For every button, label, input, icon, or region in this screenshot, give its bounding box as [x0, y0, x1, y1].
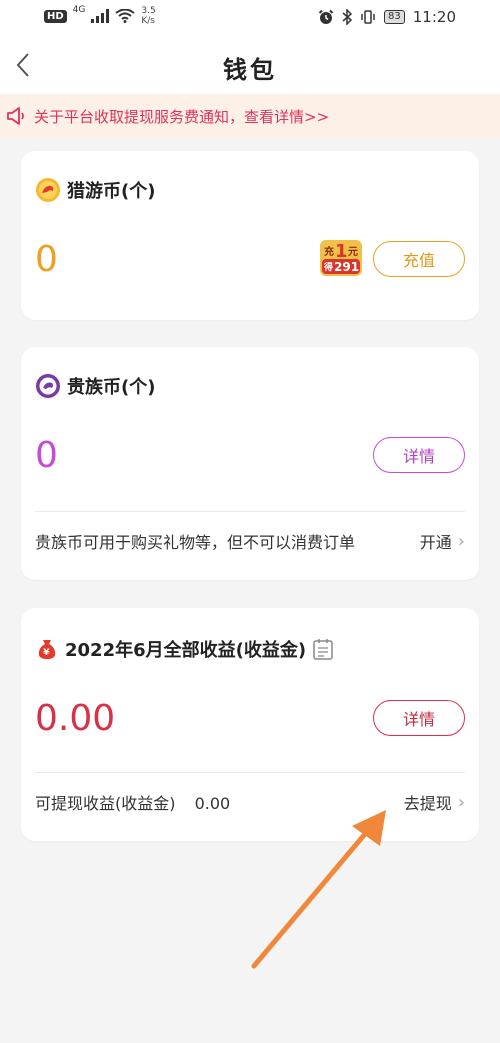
promo-top-right: 元: [348, 246, 358, 258]
noble-details-button[interactable]: 详情: [373, 437, 465, 473]
noble-balance: 0: [35, 435, 58, 476]
annotation-arrow-icon: [251, 810, 386, 969]
status-right: 83 11:20: [318, 8, 456, 26]
withdraw-label[interactable]: 去提现: [404, 790, 452, 814]
recharge-button[interactable]: 充值: [373, 241, 465, 277]
megaphone-icon: [7, 107, 24, 125]
income-total: 0.00: [35, 698, 116, 739]
promo-top-left: 充: [324, 245, 334, 258]
network-speed: 3.5 K/s: [141, 6, 155, 26]
chevron-right-icon: ›: [457, 791, 465, 813]
withdrawable-value: 0.00: [194, 794, 231, 813]
withdrawable-info: 可提现收益(收益金) 0.00: [35, 790, 230, 814]
noble-card-header: 贵族币(个): [35, 373, 155, 399]
network-speed-value: 3.5: [141, 6, 156, 16]
vibrate-icon: [361, 10, 375, 24]
status-time: 11:20: [412, 8, 456, 26]
promo-bottom-left: 得: [323, 261, 333, 273]
coin-balance: 0: [35, 239, 58, 280]
network-speed-unit: K/s: [141, 16, 155, 26]
noble-card: 贵族币(个) 0 详情 贵族币可用于购买礼物等，但不可以消费订单 开通 ›: [21, 347, 479, 580]
noble-divider: [35, 511, 465, 512]
noble-info-row: 贵族币可用于购买礼物等，但不可以消费订单 开通 ›: [35, 529, 465, 553]
activate-label[interactable]: 开通: [420, 529, 452, 553]
navigation-bar: 钱包: [0, 36, 500, 94]
noble-description: 贵族币可用于购买礼物等，但不可以消费订单: [35, 533, 356, 552]
coin-card-header: 猎游币(个): [35, 177, 155, 203]
status-bar: HD 4G 3.5 K/s 83 11:20: [0, 0, 500, 36]
income-card-title: 2022年6月全部收益(收益金): [65, 640, 307, 661]
promo-badge[interactable]: 充 1 元 得 291: [319, 239, 363, 277]
alarm-icon: [318, 9, 334, 24]
money-bag-icon: ¥: [38, 640, 56, 659]
battery-icon: 83: [384, 10, 405, 24]
noble-card-title: 贵族币(个): [67, 377, 156, 398]
svg-text:¥: ¥: [43, 648, 50, 658]
chevron-right-icon: ›: [457, 530, 465, 552]
withdraw-link[interactable]: 去提现 ›: [404, 790, 465, 814]
coin-card: 猎游币(个) 0 充 1 元 得 291 充值: [21, 151, 479, 320]
withdrawable-label: 可提现收益(收益金): [35, 794, 176, 813]
notice-text[interactable]: 关于平台收取提现服务费通知，查看详情>>: [34, 106, 329, 127]
noble-coin-icon: [36, 374, 60, 398]
income-divider: [35, 772, 465, 773]
hd-badge: HD: [44, 9, 67, 23]
net-gen-label: 4G: [72, 5, 86, 15]
coin-card-title: 猎游币(个): [67, 181, 156, 202]
notice-bar[interactable]: 关于平台收取提现服务费通知，查看详情>>: [0, 94, 500, 138]
calendar-icon[interactable]: [312, 637, 334, 661]
bluetooth-icon: [342, 9, 353, 25]
coin-icon: [36, 178, 60, 202]
income-details-button[interactable]: 详情: [373, 700, 465, 736]
signal-icon: [91, 9, 110, 23]
income-card-header: ¥ 2022年6月全部收益(收益金): [35, 636, 334, 662]
promo-top-mid: 1: [335, 241, 348, 262]
promo-bottom-mid: 291: [334, 260, 359, 274]
wifi-icon: [115, 9, 135, 23]
page-title: 钱包: [223, 56, 277, 84]
status-left: HD 4G 3.5 K/s: [44, 5, 156, 26]
activate-link[interactable]: 开通 ›: [420, 529, 465, 553]
